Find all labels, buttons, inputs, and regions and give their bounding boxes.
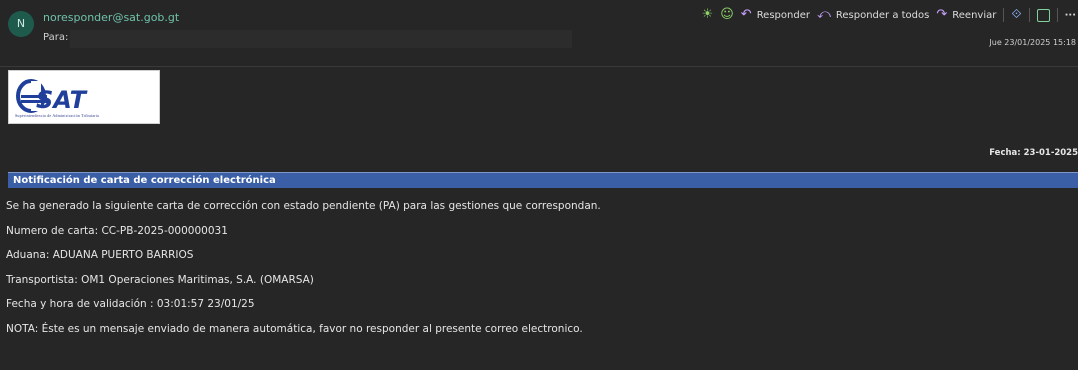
- forward-label: Reenviar: [952, 9, 997, 21]
- apps-icon[interactable]: [1036, 8, 1050, 22]
- sat-logo-subtitle: Superintendencia de Administración Tribu…: [15, 113, 99, 118]
- sun-icon[interactable]: ☀: [702, 7, 714, 23]
- sat-logo: SAT Superintendencia de Administración T…: [8, 70, 160, 124]
- message-line-letter-number: Numero de carta: CC-PB-2025-000000031: [6, 224, 228, 237]
- sat-logo-text: SAT: [36, 86, 88, 114]
- message-line-validation: Fecha y hora de validación : 03:01:57 23…: [6, 298, 255, 310]
- reply-all-label: Responder a todos: [835, 9, 930, 21]
- more-icon[interactable]: ···: [1065, 10, 1078, 21]
- message-body: Se ha generado la siguiente carta de cor…: [6, 194, 601, 341]
- toolbar-separator: [1028, 8, 1030, 22]
- toolbar-separator: [1003, 8, 1005, 22]
- message-line-carrier: Transportista: OM1 Operaciones Maritimas…: [6, 273, 314, 286]
- header-divider: [0, 66, 1078, 67]
- notification-date: Fecha: 23-01-2025: [989, 148, 1078, 158]
- forward-icon: ↷: [936, 7, 948, 22]
- to-label: Para:: [43, 32, 69, 43]
- notification-title-bar: Notificación de carta de corrección elec…: [8, 172, 1078, 188]
- reply-all-icon: ⤺: [816, 7, 831, 22]
- toolbar-separator: [1056, 8, 1058, 22]
- to-recipients-field[interactable]: [70, 30, 572, 48]
- emoji-icon[interactable]: ☺: [720, 7, 734, 23]
- translate-icon[interactable]: ⟐: [1011, 7, 1021, 23]
- reply-label: Responder: [756, 9, 810, 21]
- message-line: Se ha generado la siguiente carta de cor…: [6, 200, 601, 212]
- message-line-note: NOTA: Éste es un mensaje enviado de mane…: [6, 322, 583, 335]
- message-line-customs: Aduana: ADUANA PUERTO BARRIOS: [6, 249, 194, 261]
- reply-button[interactable]: ↶ Responder: [741, 7, 810, 23]
- reply-icon: ↶: [740, 7, 752, 22]
- sender-address[interactable]: noresponder@sat.gob.gt: [43, 11, 179, 24]
- email-header: N noresponder@sat.gob.gt Para: ☀ ☺ ↶ Res…: [0, 0, 1078, 66]
- sender-avatar[interactable]: N: [8, 11, 34, 37]
- sent-date: Jue 23/01/2025 15:18: [989, 38, 1076, 47]
- reply-all-button[interactable]: ⤺ Responder a todos: [817, 7, 929, 23]
- message-actions-toolbar: ☀ ☺ ↶ Responder ⤺ Responder a todos ↷ Re…: [702, 7, 1078, 23]
- forward-button[interactable]: ↷ Reenviar: [936, 7, 996, 23]
